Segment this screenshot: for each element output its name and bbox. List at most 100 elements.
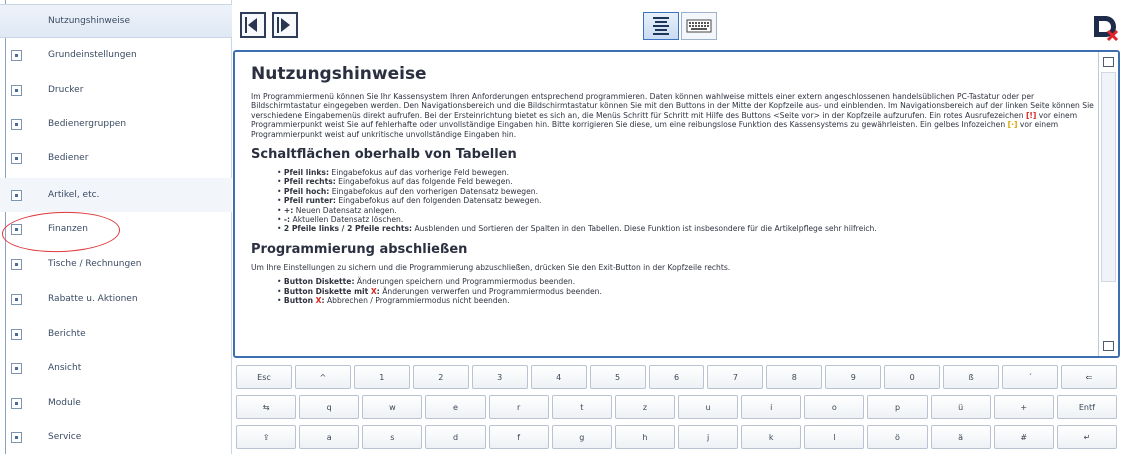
sidebar-item[interactable]: Artikel, etc. bbox=[0, 178, 232, 212]
keyboard-key[interactable]: Esc bbox=[236, 365, 292, 389]
keyboard-key[interactable]: u bbox=[678, 395, 739, 419]
exit-icon bbox=[1094, 16, 1119, 42]
keyboard-key[interactable]: f bbox=[488, 425, 549, 449]
keyboard-key[interactable]: d bbox=[425, 425, 486, 449]
keyboard-key[interactable]: ä bbox=[930, 425, 991, 449]
keyboard-key[interactable]: q bbox=[299, 395, 360, 419]
list-item-term: Pfeil rechts: bbox=[283, 177, 336, 187]
sidebar-item-label: Artikel, etc. bbox=[48, 190, 100, 200]
keyboard-key[interactable]: p bbox=[867, 395, 928, 419]
sidebar-item-label: Drucker bbox=[48, 85, 84, 95]
keyboard-key[interactable]: t bbox=[551, 395, 612, 419]
list-item: 2 Pfeile links / 2 Pfeile rechts: Ausble… bbox=[277, 224, 1096, 233]
help-content-panel: Nutzungshinweise Im Programmiermenü könn… bbox=[233, 50, 1120, 358]
app-window: Nutzungshinweise Grundeinstellungen Drucke… bbox=[0, 0, 1133, 454]
scroll-down-box[interactable] bbox=[1103, 341, 1114, 351]
sidebar-item[interactable]: Bedienergruppen bbox=[0, 107, 232, 141]
expand-icon[interactable] bbox=[11, 189, 22, 201]
keyboard-key[interactable]: 1 bbox=[353, 365, 410, 389]
list-item-term: Pfeil hoch: bbox=[283, 186, 330, 196]
section-heading: Schaltflächen oberhalb von Tabellen bbox=[251, 147, 517, 163]
sidebar-item-label: Bediener bbox=[48, 153, 89, 163]
keyboard-key[interactable]: ü bbox=[930, 395, 991, 419]
keyboard-key[interactable]: ´ bbox=[1002, 365, 1059, 389]
list-item: Button Diskette: Änderungen speichern un… bbox=[277, 277, 1096, 286]
keyboard-key[interactable]: h bbox=[614, 425, 675, 449]
keyboard-key[interactable]: o bbox=[804, 395, 865, 419]
keyboard-key[interactable]: 0 bbox=[884, 365, 941, 389]
expand-icon[interactable] bbox=[11, 84, 22, 96]
sidebar-item[interactable]: Nutzungshinweise bbox=[0, 4, 232, 38]
sidebar-item[interactable]: Rabatte u. Aktionen bbox=[0, 282, 232, 316]
keyboard-key[interactable]: 6 bbox=[648, 365, 705, 389]
sidebar-item-label: Berichte bbox=[48, 329, 86, 339]
text-view-button[interactable] bbox=[643, 12, 679, 40]
keyboard-key[interactable]: a bbox=[299, 425, 360, 449]
arrow-left-icon bbox=[245, 17, 257, 33]
sidebar-item[interactable]: Module bbox=[0, 386, 232, 420]
sidebar-item-label: Tische / Rechnungen bbox=[48, 259, 142, 269]
sidebar-item[interactable]: Tische / Rechnungen bbox=[0, 247, 232, 281]
keyboard-key[interactable]: 7 bbox=[707, 365, 764, 389]
keyboard-key[interactable]: 8 bbox=[766, 365, 823, 389]
expand-icon[interactable] bbox=[11, 397, 22, 409]
keyboard-key[interactable]: r bbox=[488, 395, 549, 419]
keyboard-key[interactable]: 9 bbox=[825, 365, 882, 389]
list-item-term: Button Diskette: bbox=[283, 277, 355, 287]
keyboard-key[interactable]: i bbox=[741, 395, 802, 419]
keyboard-key[interactable]: 5 bbox=[589, 365, 646, 389]
keyboard-key[interactable]: ⇪ bbox=[236, 425, 297, 449]
keyboard-key[interactable]: l bbox=[804, 425, 865, 449]
keyboard-key[interactable]: g bbox=[551, 425, 612, 449]
sidebar-item[interactable]: Drucker bbox=[0, 73, 232, 107]
sidebar-item[interactable]: Berichte bbox=[0, 317, 232, 351]
expand-icon[interactable] bbox=[11, 49, 22, 61]
expand-icon[interactable] bbox=[11, 293, 22, 305]
keyboard-key[interactable]: ⇆ bbox=[236, 395, 297, 419]
scroll-up-box[interactable] bbox=[1103, 57, 1114, 67]
list-item-term: Pfeil runter: bbox=[283, 196, 336, 206]
expand-icon[interactable] bbox=[11, 362, 22, 374]
keyboard-key[interactable]: ⇐ bbox=[1061, 365, 1117, 389]
keyboard-key[interactable]: ß bbox=[943, 365, 1000, 389]
keyboard-key[interactable]: 3 bbox=[471, 365, 528, 389]
page-forward-button[interactable] bbox=[272, 12, 298, 38]
sidebar-item[interactable]: Bediener bbox=[0, 141, 232, 175]
sidebar-item[interactable]: Service bbox=[0, 420, 232, 454]
vertical-scrollbar[interactable] bbox=[1098, 52, 1118, 356]
keyboard-key[interactable]: s bbox=[362, 425, 423, 449]
keyboard-key[interactable]: e bbox=[425, 395, 486, 419]
keyboard-key[interactable]: # bbox=[993, 425, 1054, 449]
list-item: Pfeil runter: Eingabefokus auf den folge… bbox=[277, 196, 1096, 205]
section-list: Pfeil links: Eingabefokus auf das vorher… bbox=[277, 168, 1096, 234]
expand-icon[interactable] bbox=[11, 118, 22, 130]
sidebar-item[interactable]: Ansicht bbox=[0, 351, 232, 385]
expand-icon[interactable] bbox=[11, 258, 22, 270]
keyboard-key[interactable]: w bbox=[362, 395, 423, 419]
section-text: Um Ihre Einstellungen zu sichern und die… bbox=[251, 262, 731, 272]
keyboard-key[interactable]: j bbox=[678, 425, 739, 449]
keyboard-key[interactable]: z bbox=[614, 395, 675, 419]
list-item-text: Eingabefokus auf den vorherigen Datensat… bbox=[329, 186, 538, 196]
list-item-text: Aktuellen Datensatz löschen. bbox=[290, 215, 404, 225]
expand-icon[interactable] bbox=[11, 431, 22, 443]
page-back-button[interactable] bbox=[240, 12, 266, 38]
keyboard-view-button[interactable] bbox=[681, 12, 717, 40]
sidebar-item[interactable]: Grundeinstellungen bbox=[0, 38, 232, 72]
keyboard-key[interactable]: ^ bbox=[294, 365, 351, 389]
keyboard-key[interactable]: k bbox=[741, 425, 802, 449]
keyboard-key[interactable]: 2 bbox=[412, 365, 469, 389]
expand-icon[interactable] bbox=[11, 152, 22, 164]
keyboard-key[interactable]: Entf bbox=[1056, 395, 1117, 419]
keyboard-key[interactable]: ↵ bbox=[1056, 425, 1117, 449]
list-item: Pfeil rechts: Eingabefokus auf das folge… bbox=[277, 177, 1096, 186]
help-document: Nutzungshinweise Im Programmiermenü könn… bbox=[251, 64, 1096, 306]
keyboard-key[interactable]: ö bbox=[867, 425, 928, 449]
sidebar-item-label: Service bbox=[48, 432, 82, 442]
expand-icon[interactable] bbox=[11, 328, 22, 340]
scroll-thumb[interactable] bbox=[1101, 72, 1116, 282]
keyboard-key[interactable]: 4 bbox=[530, 365, 587, 389]
list-item-term: Button bbox=[283, 296, 316, 306]
keyboard-key[interactable]: + bbox=[993, 395, 1054, 419]
exit-button[interactable] bbox=[1090, 12, 1120, 42]
